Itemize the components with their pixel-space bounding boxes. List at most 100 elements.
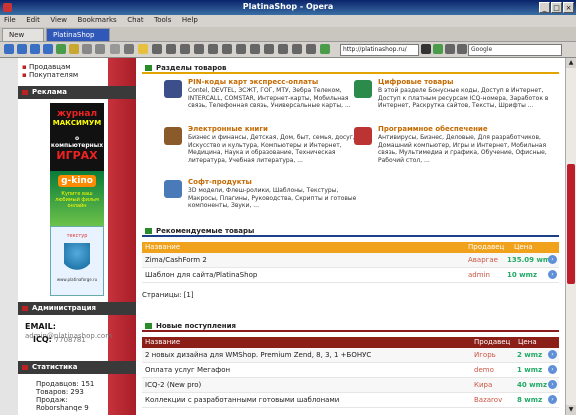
buy-icon[interactable]: › — [548, 380, 557, 389]
ad3-url: www.platinaforge.ru — [56, 277, 98, 282]
product-price: 2 wmz — [517, 351, 543, 359]
icq-value[interactable]: 7708781 — [55, 336, 86, 344]
buy-icon[interactable]: › — [548, 395, 557, 404]
table-row[interactable]: Оплата услуг Мегафон demo 1 wmz › — [142, 363, 559, 378]
col-name[interactable]: Название — [145, 337, 180, 348]
category-title[interactable]: Электронные книги — [188, 125, 268, 133]
table-row[interactable]: ICQ-2 (New pro) Кира 40 wmz › — [142, 378, 559, 393]
col-price[interactable]: Цена — [518, 337, 537, 348]
forward-list-icon[interactable] — [43, 44, 53, 54]
wand-icon[interactable] — [433, 44, 443, 54]
stats-heading: Статистика — [18, 361, 136, 374]
col-price[interactable]: Цена — [514, 242, 533, 253]
product-name[interactable]: Шаблон для сайта/PlatinaShop — [145, 268, 465, 282]
ad-banner-maximum[interactable]: журнал МАКСИМУМ о компьютерных ИГРАХ — [50, 103, 104, 173]
notes-icon[interactable] — [180, 44, 190, 54]
menu-help[interactable]: Help — [178, 15, 202, 25]
windows-icon[interactable] — [278, 44, 288, 54]
vertical-scrollbar[interactable]: ▲ ▼ — [565, 58, 576, 415]
sidebar-link-buyers[interactable]: Покупателям — [22, 71, 78, 79]
product-name[interactable]: Оплата услуг Мегафон — [145, 363, 465, 377]
tab-new[interactable]: New tab — [2, 28, 44, 51]
history-icon[interactable] — [166, 44, 176, 54]
product-seller[interactable]: Аваргае — [468, 253, 498, 267]
close-button[interactable]: × — [563, 2, 574, 13]
col-seller[interactable]: Продавец — [468, 242, 504, 253]
ad3-figure-icon — [64, 243, 90, 277]
search-panel-icon[interactable] — [306, 44, 316, 54]
scrollbar-thumb[interactable] — [567, 164, 575, 284]
table-row[interactable]: Zima/CashForm 2 Аваргае 135.09 wmz › — [142, 253, 559, 268]
tab-bar: New tab PlatinaShop — [0, 27, 576, 51]
back-icon[interactable] — [4, 44, 14, 54]
col-name[interactable]: Название — [145, 242, 180, 253]
menu-view[interactable]: View — [46, 15, 71, 25]
product-name[interactable]: Zima/CashForm 2 — [145, 253, 465, 267]
fit-icon[interactable] — [457, 44, 467, 54]
mode-icon[interactable] — [445, 44, 455, 54]
navigation-toolbar: http://platinashop.ru/ Google — [0, 42, 576, 58]
table-row[interactable]: Шаблон для сайта/PlatinaShop admin 10 wm… — [142, 268, 559, 283]
security-icon[interactable] — [320, 44, 330, 54]
chat-icon[interactable] — [236, 44, 246, 54]
ads-heading: Реклама — [18, 86, 136, 99]
product-name[interactable]: Коллекции с разработанными готовыми шабл… — [145, 393, 465, 407]
forward-icon[interactable] — [30, 44, 40, 54]
menu-file[interactable]: File — [0, 15, 20, 25]
digital-goods-icon — [354, 80, 372, 98]
product-seller[interactable]: Игорь — [474, 348, 496, 362]
contacts-icon[interactable] — [222, 44, 232, 54]
buy-icon[interactable]: › — [548, 255, 557, 264]
menu-bookmarks[interactable]: Bookmarks — [74, 15, 121, 25]
category-title[interactable]: Программное обеспечение — [378, 125, 488, 133]
table-row[interactable]: Коллекции с разработанными готовыми шабл… — [142, 393, 559, 408]
back-list-icon[interactable] — [17, 44, 27, 54]
product-seller[interactable]: Bazarov — [474, 393, 502, 407]
icq-label: ICQ: — [33, 335, 52, 344]
home-icon[interactable] — [69, 44, 79, 54]
product-name[interactable]: 2 новых дизайна для WMShop. Premium Zend… — [145, 348, 465, 362]
buy-icon[interactable]: › — [548, 365, 557, 374]
menu-chat[interactable]: Chat — [123, 15, 147, 25]
scroll-up-icon[interactable]: ▲ — [566, 58, 576, 68]
category-title[interactable]: Софт-продукты — [188, 178, 252, 186]
address-field[interactable]: http://platinashop.ru/ — [340, 44, 419, 56]
minimize-button[interactable]: _ — [539, 2, 550, 13]
category-title[interactable]: Цифровые товары — [378, 78, 453, 86]
buy-icon[interactable]: › — [548, 270, 557, 279]
info-icon[interactable] — [292, 44, 302, 54]
menu-edit[interactable]: Edit — [22, 15, 44, 25]
zoom-icon[interactable] — [138, 44, 148, 54]
maximize-button[interactable]: □ — [551, 2, 562, 13]
ad1-line1: журнал — [56, 109, 98, 119]
sidebar-links: Продавцам Покупателям — [22, 63, 78, 79]
category-title[interactable]: PIN-коды карт экспресс-оплаты — [188, 78, 318, 86]
mail-icon[interactable] — [208, 44, 218, 54]
sidebar-link-sellers[interactable]: Продавцам — [22, 63, 78, 71]
product-name[interactable]: ICQ-2 (New pro) — [145, 378, 465, 392]
stats-products: Товаров: 293 — [36, 388, 84, 396]
product-seller[interactable]: Кира — [474, 378, 492, 392]
ad-banner-gkino[interactable]: g-kino Купите ваш любимый фильм онлайн — [50, 171, 104, 226]
transfers-icon[interactable] — [194, 44, 204, 54]
bookmarks-icon[interactable] — [152, 44, 162, 54]
rewind-icon[interactable] — [82, 44, 92, 54]
panel-icon[interactable] — [250, 44, 260, 54]
ad-banner-textures[interactable]: текстур www.platinaforge.ru — [50, 226, 104, 296]
links-icon[interactable] — [264, 44, 274, 54]
print-icon[interactable] — [110, 44, 120, 54]
search-input[interactable]: Google — [468, 44, 562, 56]
table-row[interactable]: 2 новых дизайна для WMShop. Premium Zend… — [142, 348, 559, 363]
product-seller[interactable]: demo — [474, 363, 494, 377]
pagination[interactable]: Страницы: [1] — [142, 291, 194, 299]
scroll-down-icon[interactable]: ▼ — [566, 405, 576, 415]
product-seller[interactable]: admin — [468, 268, 490, 282]
buy-icon[interactable]: › — [548, 350, 557, 359]
reload-icon[interactable] — [56, 44, 66, 54]
stop-icon[interactable] — [95, 44, 105, 54]
menu-tools[interactable]: Tools — [150, 15, 175, 25]
col-seller[interactable]: Продавец — [474, 337, 510, 348]
save-icon[interactable] — [124, 44, 134, 54]
tab-platinashop[interactable]: PlatinaShop — [46, 28, 110, 41]
go-icon[interactable] — [421, 44, 431, 54]
